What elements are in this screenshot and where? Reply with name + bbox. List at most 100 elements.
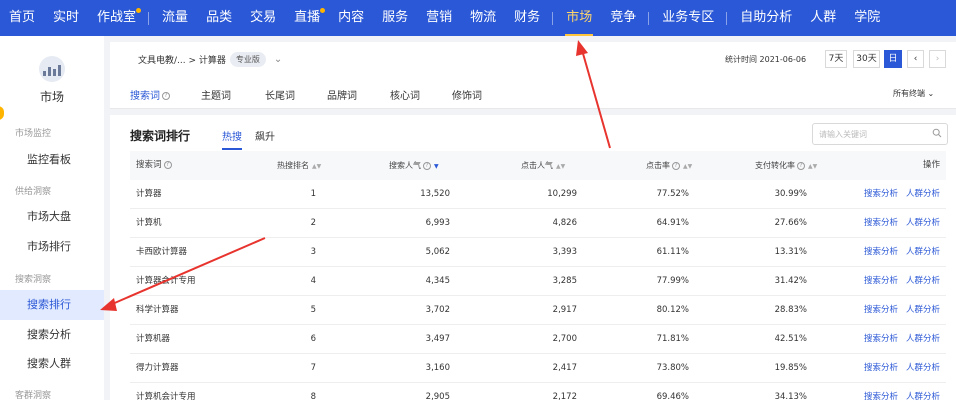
nav-item[interactable]: 营销 — [417, 0, 461, 36]
search-analysis-link[interactable]: 搜索分析 — [864, 392, 898, 400]
nav-item[interactable]: 竞争 — [601, 0, 650, 36]
cell-rank: 8 — [310, 392, 316, 400]
sort-icon[interactable]: ▲▼ — [312, 163, 321, 170]
nav-item[interactable]: 交易 — [241, 0, 285, 36]
search-analysis-link[interactable]: 搜索分析 — [864, 189, 898, 199]
tab-topic-words[interactable]: 主题词 — [201, 87, 231, 102]
crowd-analysis-link[interactable]: 人群分析 — [906, 305, 940, 315]
nav-item[interactable]: 自助分析 — [731, 0, 801, 36]
search-analysis-link[interactable]: 搜索分析 — [864, 334, 898, 344]
cell-clicks: 3,393 — [552, 247, 577, 257]
header-ctr[interactable]: 点击率? ▲▼ — [646, 151, 692, 181]
table-row: 计算机 2 6,993 4,826 64.91% 27.66% 搜索分析 人群分析 — [130, 209, 946, 238]
crowd-analysis-link[interactable]: 人群分析 — [906, 218, 940, 228]
tab-longtail-words[interactable]: 长尾词 — [265, 87, 295, 102]
nav-item[interactable]: 作战室 — [88, 0, 150, 36]
range-7d-button[interactable]: 7天 — [825, 50, 847, 68]
nav-item-label: 物流 — [470, 10, 497, 25]
sort-icon[interactable]: ▲▼ — [808, 163, 817, 170]
cell-rank: 2 — [310, 218, 316, 228]
prev-date-button[interactable]: ‹ — [907, 50, 924, 68]
cell-ctr: 71.81% — [656, 334, 689, 344]
sort-desc-icon[interactable]: ▼ — [434, 163, 439, 170]
nav-item[interactable]: 财务 — [505, 0, 554, 36]
nav-item[interactable]: 人群 — [801, 0, 845, 36]
nav-item[interactable]: 首页 — [0, 0, 44, 36]
cell-cvr: 19.85% — [774, 363, 807, 373]
cell-clicks: 2,917 — [552, 305, 577, 315]
cell-popularity: 3,497 — [425, 334, 450, 344]
crowd-analysis-link[interactable]: 人群分析 — [906, 247, 940, 257]
app-root: 首页 实时 作战室 流量 品类 交易 直播 内容 服务 营销 物流 财务 市场 竞争 业务专区 自助分析 人群学… — [0, 0, 956, 400]
search-analysis-link[interactable]: 搜索分析 — [864, 276, 898, 286]
notification-dot-icon — [320, 8, 326, 13]
sidebar-group-supply-insight: 供给洞察 — [15, 187, 52, 197]
search-analysis-link[interactable]: 搜索分析 — [864, 247, 898, 257]
breadcrumb-path[interactable]: 文具电教/... > 计算器 — [138, 53, 226, 66]
sort-icon[interactable]: ▲▼ — [556, 163, 565, 170]
terminal-select[interactable]: 所有终端 ⌄ — [893, 88, 934, 99]
next-date-button[interactable]: › — [929, 50, 946, 68]
header-cvr[interactable]: 支付转化率? ▲▼ — [755, 151, 817, 181]
search-analysis-link[interactable]: 搜索分析 — [864, 218, 898, 228]
search-analysis-link[interactable]: 搜索分析 — [864, 305, 898, 315]
nav-item[interactable]: 市场 — [557, 0, 601, 36]
sidebar-item-search-crowd[interactable]: 搜索人群 — [0, 349, 104, 379]
nav-item[interactable]: 实时 — [44, 0, 88, 36]
sidebar-item-market-overview[interactable]: 市场大盘 — [0, 202, 104, 232]
table-row: 计算机会计专用 8 2,905 2,172 69.46% 34.13% 搜索分析 人群分析 — [130, 383, 946, 400]
nav-item[interactable]: 直播 — [285, 0, 329, 36]
range-30d-button[interactable]: 30天 — [853, 50, 880, 68]
chevron-right-icon: › — [935, 54, 940, 64]
nav-item-label: 学院 — [854, 10, 881, 25]
nav-item[interactable]: 品类 — [197, 0, 241, 36]
header-clicks[interactable]: 点击人气 ▲▼ — [521, 151, 565, 181]
tab-rising[interactable]: 飙升 — [255, 128, 275, 143]
range-day-button[interactable]: 日 — [884, 50, 902, 68]
header-keyword: 搜索词? — [136, 151, 172, 180]
header-ops: 操作 — [922, 160, 940, 170]
nav-item-label: 流量 — [162, 10, 189, 25]
sidebar-item-monitor-board[interactable]: 监控看板 — [0, 145, 104, 175]
help-icon: ? — [423, 161, 431, 170]
header-popularity[interactable]: 搜索人气? ▼ — [389, 151, 439, 181]
row-actions: 搜索分析 人群分析 — [856, 238, 940, 267]
cell-keyword: 计算机 — [136, 218, 162, 228]
cell-popularity: 13,520 — [420, 189, 450, 199]
cell-cvr: 34.13% — [774, 392, 807, 400]
keyword-search-input[interactable] — [819, 127, 929, 141]
crowd-analysis-link[interactable]: 人群分析 — [906, 189, 940, 199]
sidebar-header: 市场 — [0, 56, 104, 105]
nav-item[interactable]: 物流 — [461, 0, 505, 36]
cell-rank: 5 — [310, 305, 316, 315]
nav-item[interactable]: 业务专区 — [653, 0, 728, 36]
row-actions: 搜索分析 人群分析 — [856, 325, 940, 354]
nav-item-label: 品类 — [206, 10, 233, 25]
crowd-analysis-link[interactable]: 人群分析 — [906, 363, 940, 373]
tab-hot-search[interactable]: 热搜 — [222, 128, 242, 150]
breadcrumb[interactable]: 文具电教/... > 计算器 专业版 ⌄ — [138, 52, 282, 67]
cell-keyword: 得力计算器 — [136, 363, 179, 373]
search-icon[interactable] — [932, 128, 942, 138]
chevron-down-icon[interactable]: ⌄ — [274, 54, 282, 65]
nav-item[interactable]: 服务 — [373, 0, 417, 36]
nav-item[interactable]: 内容 — [329, 0, 373, 36]
keyword-search-box[interactable] — [812, 123, 948, 145]
tab-core-words[interactable]: 核心词 — [390, 87, 420, 102]
sort-icon[interactable]: ▲▼ — [683, 163, 692, 170]
nav-item-label: 交易 — [250, 10, 277, 25]
sidebar-item-search-analysis[interactable]: 搜索分析 — [0, 320, 104, 350]
tab-brand-words[interactable]: 品牌词 — [327, 87, 357, 102]
header-rank[interactable]: 热搜排名 ▲▼ — [277, 151, 321, 181]
search-analysis-link[interactable]: 搜索分析 — [864, 363, 898, 373]
crowd-analysis-link[interactable]: 人群分析 — [906, 392, 940, 400]
sidebar-item-market-ranking[interactable]: 市场排行 — [0, 232, 104, 262]
nav-item[interactable]: 流量 — [153, 0, 197, 36]
sidebar-item-search-ranking[interactable]: 搜索排行 — [0, 290, 104, 320]
crowd-analysis-link[interactable]: 人群分析 — [906, 334, 940, 344]
nav-item[interactable]: 学院 — [845, 0, 889, 36]
crowd-analysis-link[interactable]: 人群分析 — [906, 276, 940, 286]
tab-modifier-words[interactable]: 修饰词 — [452, 87, 482, 102]
cell-rank: 6 — [310, 334, 316, 344]
tab-search-words[interactable]: 搜索词? — [130, 87, 170, 111]
